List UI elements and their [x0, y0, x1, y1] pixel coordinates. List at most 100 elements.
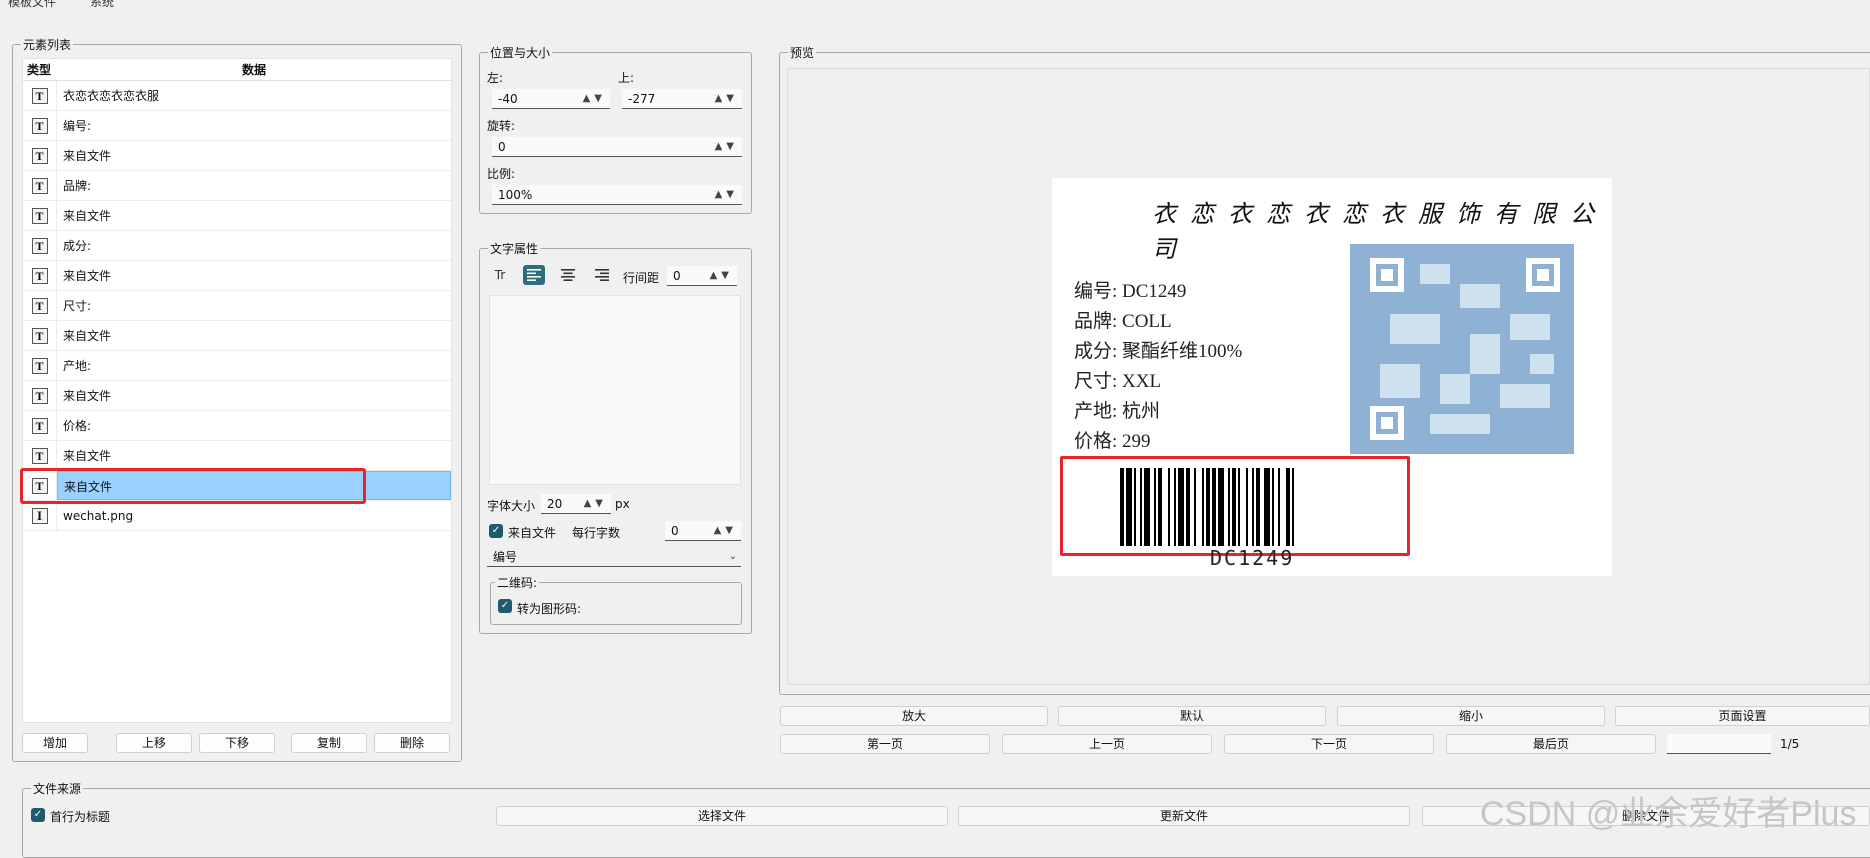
type-cell: T — [23, 351, 57, 380]
list-item[interactable]: Iwechat.png — [23, 501, 451, 531]
list-item[interactable]: T 来自文件 — [23, 261, 451, 291]
font-size-spinbox[interactable]: 20 ▲▼ — [541, 494, 611, 514]
selected-row-highlight — [20, 468, 366, 504]
left-label: 左: — [487, 71, 504, 85]
last-page-button[interactable]: 最后页 — [1446, 734, 1656, 754]
spin-arrows-icon[interactable]: ▲▼ — [715, 137, 738, 157]
list-item[interactable]: T 来自文件 — [23, 441, 451, 471]
data-cell[interactable]: 来自文件 — [57, 141, 451, 170]
spin-arrows-icon[interactable]: ▲▼ — [714, 521, 737, 541]
list-item[interactable]: T 成分: — [23, 231, 451, 261]
from-file-checkbox[interactable]: ✓ — [489, 524, 503, 538]
move-up-button[interactable]: 上移 — [116, 733, 192, 753]
type-cell: T — [23, 291, 57, 320]
chevron-down-icon[interactable]: ⌄ — [729, 547, 737, 567]
label-card: 衣恋衣恋衣恋衣服饰有限公司 编号: DC1249 品牌: COLL 成分: 聚酯… — [1052, 178, 1612, 576]
first-row-header-label: 首行为标题 — [50, 810, 111, 824]
list-item[interactable]: T 来自文件 — [23, 381, 451, 411]
spin-arrows-icon[interactable]: ▲▼ — [584, 494, 607, 514]
data-cell[interactable]: 来自文件 — [57, 321, 451, 350]
chars-per-line-spinbox[interactable]: 0 ▲▼ — [665, 521, 741, 541]
first-page-button[interactable]: 第一页 — [780, 734, 990, 754]
scale-label: 比例: — [487, 167, 516, 181]
data-cell[interactable]: 来自文件 — [57, 201, 451, 230]
label-line-brand: 品牌: COLL — [1074, 311, 1172, 332]
list-item[interactable]: T 价格: — [23, 411, 451, 441]
font-size-unit: px — [615, 497, 630, 511]
data-cell[interactable]: 来自文件 — [57, 441, 451, 470]
list-item[interactable]: T 衣恋衣恋衣恋衣服 — [23, 81, 451, 111]
spin-arrows-icon[interactable]: ▲▼ — [583, 89, 606, 109]
line-spacing-spinbox[interactable]: 0 ▲▼ — [667, 266, 737, 286]
next-page-button[interactable]: 下一页 — [1224, 734, 1434, 754]
list-item[interactable]: T 来自文件 — [23, 141, 451, 171]
font-size-value: 20 — [547, 497, 563, 511]
text-format-icon[interactable]: Tr — [489, 265, 511, 285]
top-spinbox[interactable]: -277 ▲▼ — [622, 89, 742, 109]
element-list-table[interactable]: 类型 数据 T 衣恋衣恋衣恋衣服 T 编号: T 来自文件 T 品牌: T 来自文件 T 成分: T 来自… — [22, 58, 452, 723]
first-row-header-checkbox[interactable]: ✓ — [31, 808, 45, 822]
align-right-icon[interactable] — [591, 265, 613, 285]
align-left-icon[interactable] — [523, 265, 545, 285]
chars-per-line-label: 每行字数 — [572, 526, 621, 540]
left-spinbox[interactable]: -40 ▲▼ — [492, 89, 610, 109]
type-cell: T — [23, 381, 57, 410]
select-file-button[interactable]: 选择文件 — [496, 806, 948, 826]
to-barcode-checkbox[interactable]: ✓ — [498, 599, 512, 613]
type-cell: T — [23, 111, 57, 140]
preview-legend: 预览 — [788, 44, 817, 61]
data-cell[interactable]: 编号: — [57, 111, 451, 140]
text-props-legend: 文字属性 — [488, 240, 541, 257]
menu-system[interactable]: 系统 — [90, 0, 114, 8]
data-cell[interactable]: 成分: — [57, 231, 451, 260]
spin-arrows-icon[interactable]: ▲▼ — [710, 266, 733, 286]
spin-arrows-icon[interactable]: ▲▼ — [715, 185, 738, 205]
data-cell[interactable]: 产地: — [57, 351, 451, 380]
zoom-out-button[interactable]: 缩小 — [1337, 706, 1605, 726]
text-type-icon: T — [31, 417, 48, 434]
list-item[interactable]: T 产地: — [23, 351, 451, 381]
default-zoom-button[interactable]: 默认 — [1058, 706, 1326, 726]
to-barcode-label: 转为图形码: — [517, 602, 582, 616]
menu-template-file[interactable]: 模板文件 — [8, 0, 56, 8]
add-button[interactable]: 增加 — [22, 733, 88, 753]
data-cell[interactable]: 品牌: — [57, 171, 451, 200]
label-line-number: 编号: DC1249 — [1074, 281, 1187, 302]
list-item[interactable]: T 尺寸: — [23, 291, 451, 321]
data-cell[interactable]: 尺寸: — [57, 291, 451, 320]
prev-page-button[interactable]: 上一页 — [1002, 734, 1212, 754]
qr-code-image — [1350, 244, 1574, 454]
header-type: 类型 — [27, 63, 52, 77]
type-cell: T — [23, 171, 57, 200]
field-select[interactable]: 编号 ⌄ — [487, 547, 741, 567]
list-item[interactable]: T 来自文件 — [23, 201, 451, 231]
align-center-icon[interactable] — [557, 265, 579, 285]
watermark: CSDN @业余爱好者Plus — [1480, 795, 1857, 833]
chars-per-line-value: 0 — [671, 524, 679, 538]
text-type-icon: T — [31, 357, 48, 374]
page-input[interactable] — [1667, 734, 1771, 754]
text-type-icon: T — [31, 267, 48, 284]
data-cell[interactable]: 衣恋衣恋衣恋衣服 — [57, 81, 451, 110]
data-cell[interactable]: wechat.png — [57, 501, 451, 530]
data-cell[interactable]: 价格: — [57, 411, 451, 440]
top-value: -277 — [628, 92, 656, 106]
label-line-origin: 产地: 杭州 — [1074, 401, 1161, 422]
list-item[interactable]: T 品牌: — [23, 171, 451, 201]
scale-spinbox[interactable]: 100% ▲▼ — [492, 185, 742, 205]
data-cell[interactable]: 来自文件 — [57, 381, 451, 410]
top-label: 上: — [618, 71, 635, 85]
list-item[interactable]: T 来自文件 — [23, 321, 451, 351]
update-file-button[interactable]: 更新文件 — [958, 806, 1410, 826]
text-edit-area[interactable] — [489, 295, 741, 485]
data-cell[interactable]: 来自文件 — [57, 261, 451, 290]
zoom-in-button[interactable]: 放大 — [780, 706, 1048, 726]
delete-button[interactable]: 删除 — [374, 733, 450, 753]
copy-button[interactable]: 复制 — [291, 733, 367, 753]
move-down-button[interactable]: 下移 — [199, 733, 275, 753]
page-setup-button[interactable]: 页面设置 — [1615, 706, 1870, 726]
rotate-spinbox[interactable]: 0 ▲▼ — [492, 137, 742, 157]
spin-arrows-icon[interactable]: ▲▼ — [715, 89, 738, 109]
list-item[interactable]: T 编号: — [23, 111, 451, 141]
qr-finder-pattern — [1370, 406, 1404, 440]
